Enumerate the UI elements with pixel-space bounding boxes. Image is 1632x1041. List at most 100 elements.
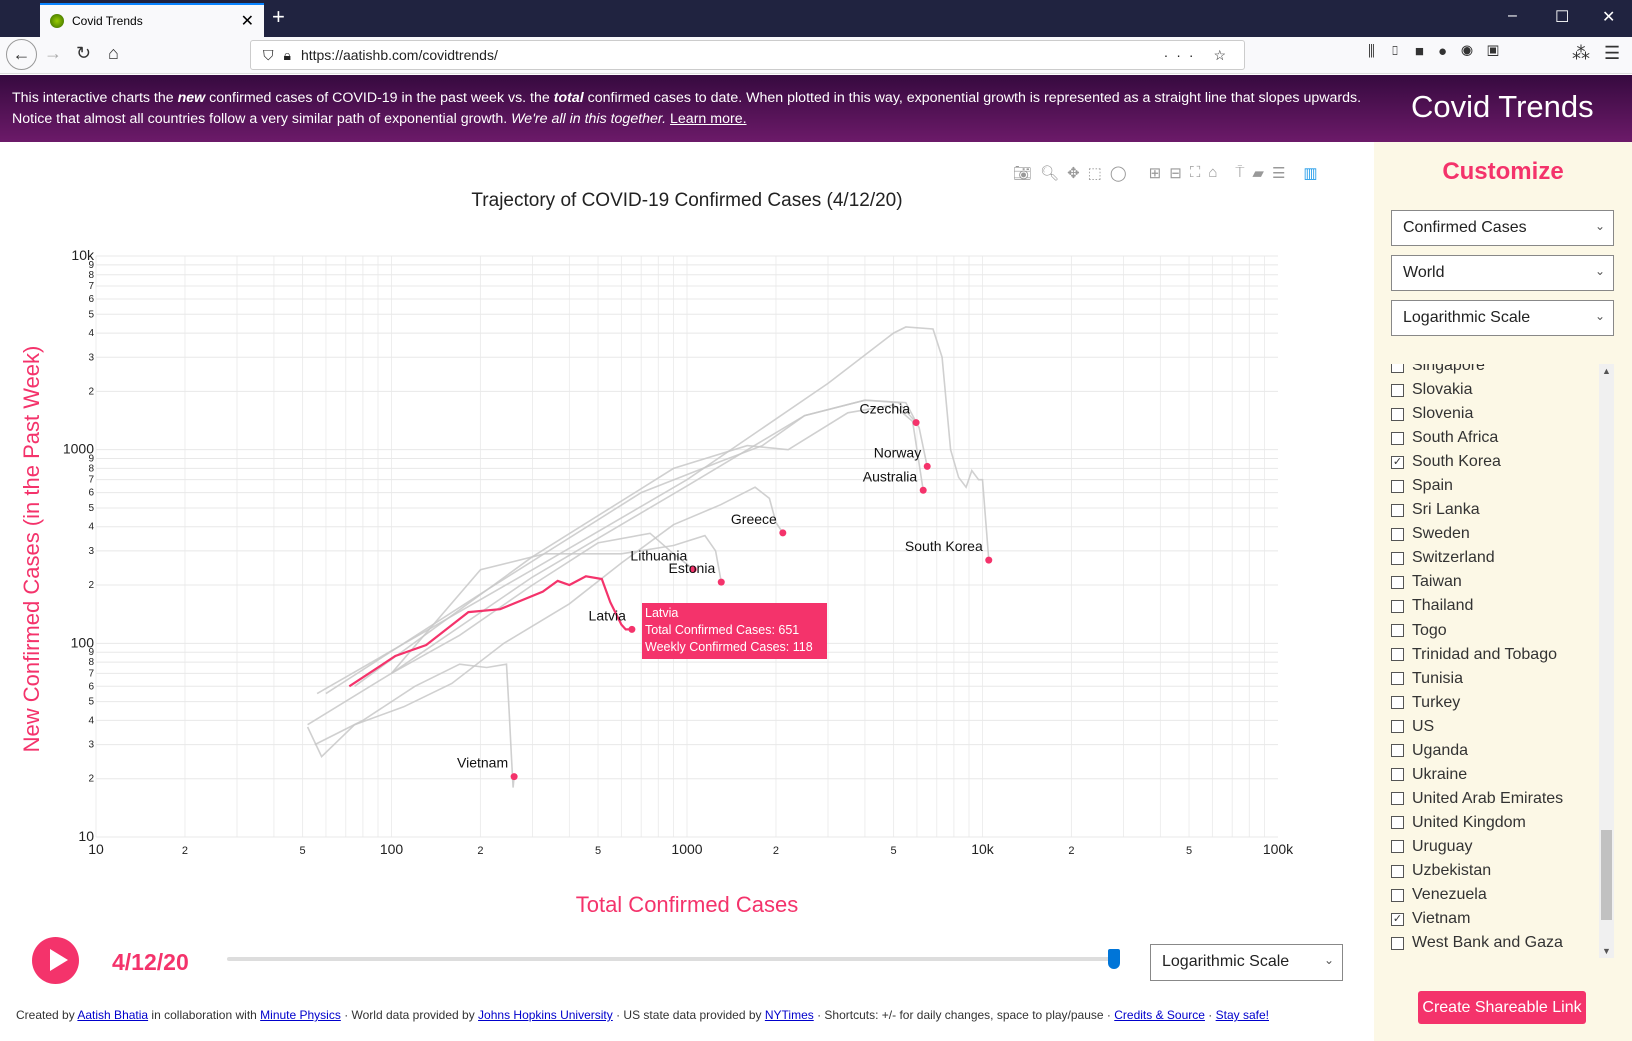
checkbox[interactable]: [1391, 383, 1404, 397]
scrollbar-thumb[interactable]: [1601, 830, 1612, 920]
checkbox[interactable]: ✓: [1391, 912, 1404, 926]
create-shareable-link-button[interactable]: Create Shareable Link: [1418, 991, 1586, 1024]
country-item[interactable]: Slovakia: [1391, 378, 1601, 402]
minimize-icon[interactable]: –: [1508, 7, 1517, 25]
metric-select[interactable]: Confirmed Cases ⌄: [1391, 210, 1614, 246]
country-item[interactable]: Slovenia: [1391, 402, 1601, 426]
zoom-in-icon[interactable]: ⊞: [1149, 164, 1162, 182]
checkbox[interactable]: [1391, 768, 1404, 782]
region-select[interactable]: World ⌄: [1391, 255, 1614, 291]
x-tick-label: 2: [477, 845, 483, 857]
country-list-scrollbar[interactable]: ▲ ▼: [1599, 364, 1614, 958]
country-item[interactable]: Uganda: [1391, 739, 1601, 763]
date-slider[interactable]: [227, 957, 1117, 961]
toolbar-extension-icons[interactable]: ⫼▯■●◉▣: [1368, 43, 1513, 60]
country-item[interactable]: Trinidad and Tobago: [1391, 643, 1601, 667]
country-item[interactable]: Ukraine: [1391, 763, 1601, 787]
scale-select[interactable]: Logarithmic Scale ⌄: [1150, 944, 1343, 981]
checkbox[interactable]: [1391, 816, 1404, 830]
hover-compare-icon[interactable]: ☰: [1272, 164, 1285, 182]
checkbox[interactable]: [1391, 624, 1404, 638]
checkbox[interactable]: ✓: [1391, 455, 1404, 469]
y-tick-label: 5: [88, 309, 94, 320]
checkbox[interactable]: [1391, 551, 1404, 565]
checkbox[interactable]: [1391, 503, 1404, 517]
country-label: Vietnam: [457, 755, 508, 771]
spike-lines-icon[interactable]: ⍑: [1235, 164, 1244, 182]
country-item[interactable]: United Kingdom: [1391, 811, 1601, 835]
country-item[interactable]: US: [1391, 715, 1601, 739]
checkbox[interactable]: [1391, 407, 1404, 421]
home-axes-icon[interactable]: ⌂: [1208, 164, 1217, 182]
credits-link[interactable]: Credits & Source: [1114, 1008, 1205, 1022]
checkbox[interactable]: [1391, 840, 1404, 854]
country-label: Slovakia: [1412, 381, 1473, 399]
maximize-icon[interactable]: ☐: [1555, 7, 1569, 27]
back-icon[interactable]: ←: [6, 39, 37, 70]
checkbox[interactable]: [1391, 864, 1404, 878]
country-item[interactable]: United Arab Emirates: [1391, 787, 1601, 811]
country-item[interactable]: ✓ South Korea: [1391, 450, 1601, 474]
country-item[interactable]: Tunisia: [1391, 667, 1601, 691]
author-link[interactable]: Aatish Bhatia: [77, 1008, 148, 1022]
sidebar-scale-select[interactable]: Logarithmic Scale ⌄: [1391, 300, 1614, 336]
checkbox[interactable]: [1391, 431, 1404, 445]
checkbox[interactable]: [1391, 575, 1404, 589]
checkbox[interactable]: [1391, 936, 1404, 950]
hover-closest-icon[interactable]: ▰: [1252, 164, 1264, 182]
zoom-icon[interactable]: 🔍︎: [1040, 164, 1059, 182]
home-icon[interactable]: ⌂: [108, 43, 119, 64]
checkbox[interactable]: [1391, 599, 1404, 613]
country-item[interactable]: Togo: [1391, 619, 1601, 643]
pan-icon[interactable]: ✥: [1067, 164, 1080, 182]
url-bar[interactable]: ⛉ 🔒︎ https://aatishb.com/covidtrends/ ··· ☆: [250, 40, 1245, 70]
new-tab-icon[interactable]: +: [272, 4, 285, 30]
slider-handle[interactable]: [1108, 949, 1120, 969]
camera-icon[interactable]: 📷︎: [1013, 164, 1032, 182]
country-item[interactable]: West Bank and Gaza: [1391, 931, 1601, 955]
country-item[interactable]: Sweden: [1391, 522, 1601, 546]
close-tab-icon[interactable]: ✕: [241, 11, 254, 31]
country-item[interactable]: Singapore: [1391, 364, 1601, 378]
learn-more-link[interactable]: Learn more.: [670, 111, 747, 127]
country-item[interactable]: Turkey: [1391, 691, 1601, 715]
country-item[interactable]: Spain: [1391, 474, 1601, 498]
country-item[interactable]: Switzerland: [1391, 546, 1601, 570]
checkbox[interactable]: [1391, 720, 1404, 734]
checkbox[interactable]: [1391, 888, 1404, 902]
country-item[interactable]: South Africa: [1391, 426, 1601, 450]
browser-tab[interactable]: Covid Trends ✕: [40, 3, 264, 37]
autoscale-icon[interactable]: ⛶: [1190, 164, 1201, 182]
checkbox[interactable]: [1391, 479, 1404, 493]
zoom-out-icon[interactable]: ⊟: [1169, 164, 1182, 182]
country-item[interactable]: Thailand: [1391, 594, 1601, 618]
close-window-icon[interactable]: ✕: [1602, 7, 1615, 27]
chart-plot[interactable]: 10 2 5 100 2 5 1000 2 5 10k 2 5 100k1023456789100234…: [0, 142, 1374, 902]
checkbox[interactable]: [1391, 672, 1404, 686]
reload-icon[interactable]: ↻: [76, 43, 91, 64]
country-item[interactable]: ✓ Vietnam: [1391, 907, 1601, 931]
lasso-icon[interactable]: ◯: [1110, 164, 1127, 182]
box-select-icon[interactable]: ⬚: [1088, 164, 1102, 182]
checkbox[interactable]: [1391, 744, 1404, 758]
checkbox[interactable]: [1391, 648, 1404, 662]
checkbox[interactable]: [1391, 792, 1404, 806]
plotly-logo-icon[interactable]: ▥: [1303, 164, 1317, 182]
country-item[interactable]: Uzbekistan: [1391, 859, 1601, 883]
jhu-link[interactable]: Johns Hopkins University: [478, 1008, 613, 1022]
country-item[interactable]: Sri Lanka: [1391, 498, 1601, 522]
page-actions-icon[interactable]: ··· ☆: [1164, 47, 1234, 64]
stay-safe-link[interactable]: Stay safe!: [1216, 1008, 1269, 1022]
country-item[interactable]: Venezuela: [1391, 883, 1601, 907]
nytimes-link[interactable]: NYTimes: [765, 1008, 814, 1022]
play-button[interactable]: [32, 937, 79, 984]
checkbox[interactable]: [1391, 364, 1404, 373]
forward-icon[interactable]: →: [44, 43, 62, 64]
checkbox[interactable]: [1391, 696, 1404, 710]
country-item[interactable]: Uruguay: [1391, 835, 1601, 859]
checkbox[interactable]: [1391, 527, 1404, 541]
country-item[interactable]: Taiwan: [1391, 570, 1601, 594]
extensions-icon[interactable]: ⁂: [1572, 43, 1590, 64]
minute-physics-link[interactable]: Minute Physics: [260, 1008, 341, 1022]
menu-icon[interactable]: ☰: [1604, 43, 1620, 64]
